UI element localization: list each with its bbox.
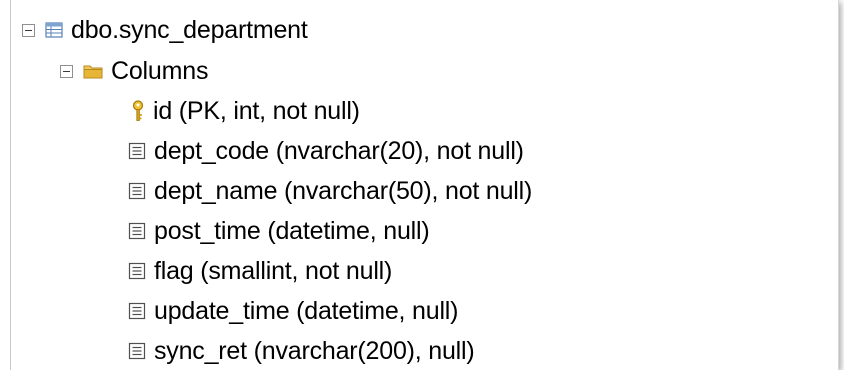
column-icon <box>128 262 146 280</box>
table-icon <box>45 22 63 38</box>
tree-node-column[interactable]: flag (smallint, not null) <box>128 251 392 291</box>
tree-node-column[interactable]: sync_ret (nvarchar(200), null) <box>128 331 475 370</box>
column-icon <box>128 142 146 160</box>
column-label: sync_ret (nvarchar(200), null) <box>154 336 475 365</box>
column-label: post_time (datetime, null) <box>154 216 430 245</box>
column-label: dept_name (nvarchar(50), not null) <box>154 176 533 205</box>
columns-folder-label: Columns <box>111 56 209 85</box>
table-name-label: dbo.sync_department <box>71 15 308 44</box>
column-label: dept_code (nvarchar(20), not null) <box>154 136 524 165</box>
key-icon <box>131 100 145 122</box>
tree-node-column[interactable]: dept_code (nvarchar(20), not null) <box>128 131 524 171</box>
tree-node-column[interactable]: id (PK, int, not null) <box>131 91 360 131</box>
column-label: id (PK, int, not null) <box>153 96 360 125</box>
column-label: update_time (datetime, null) <box>154 296 459 325</box>
column-icon <box>128 222 146 240</box>
folder-icon <box>83 63 103 79</box>
tree-node-column[interactable]: dept_name (nvarchar(50), not null) <box>128 171 532 211</box>
collapse-toggle-icon[interactable] <box>22 23 35 37</box>
tree-node-column[interactable]: update_time (datetime, null) <box>128 291 458 331</box>
collapse-toggle-icon[interactable] <box>60 64 73 78</box>
column-icon <box>128 182 146 200</box>
tree-node-column[interactable]: post_time (datetime, null) <box>128 211 430 251</box>
column-label: flag (smallint, not null) <box>154 256 393 285</box>
tree-node-table[interactable]: dbo.sync_department <box>22 10 308 50</box>
column-icon <box>128 302 146 320</box>
object-explorer-tree: dbo.sync_department Columns id (PK, int,… <box>0 0 839 370</box>
tree-node-columns-folder[interactable]: Columns <box>60 51 208 91</box>
tree-guide-line <box>10 0 11 370</box>
column-icon <box>128 342 146 360</box>
